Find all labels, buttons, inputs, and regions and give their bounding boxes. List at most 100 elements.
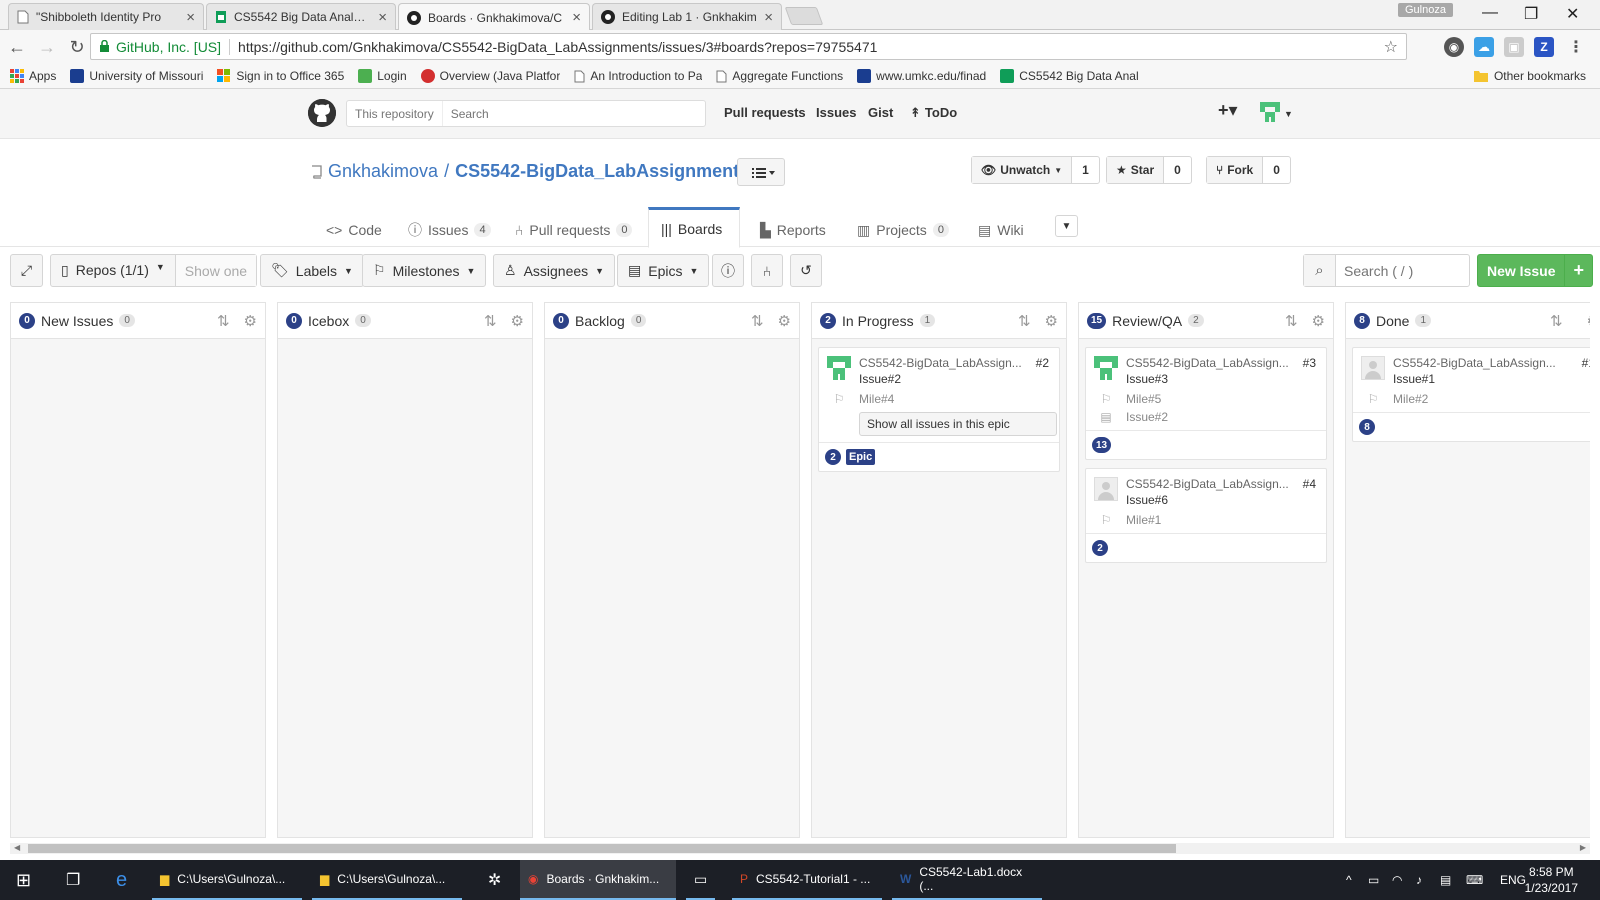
issue-title[interactable]: Issue#1 <box>1393 372 1563 386</box>
estimate-badge[interactable]: 2 <box>1092 540 1108 556</box>
taskbar-word[interactable]: W CS5542-Lab1.docx (... <box>892 860 1042 900</box>
gear-icon[interactable]: ⚙ <box>1045 312 1058 330</box>
create-new-plus-icon[interactable]: +▾ <box>1218 100 1238 121</box>
taskbar-chrome[interactable]: ◉ Boards · Gnkhakim... <box>520 860 676 900</box>
board-search[interactable]: ⌕ <box>1303 254 1470 287</box>
new-issue-button[interactable]: New Issue + <box>1477 254 1593 287</box>
taskbar-explorer-1[interactable]: ▆ C:\Users\Gulnoza\... <box>152 860 302 900</box>
windows-start-icon[interactable]: ⊞ <box>8 860 39 900</box>
bookmark-office365[interactable]: Sign in to Office 365 <box>217 69 344 83</box>
keyboard-icon[interactable]: ⌨ <box>1458 860 1491 900</box>
pull-request-filter-icon[interactable]: ⑃ <box>751 254 783 287</box>
plus-icon[interactable]: + <box>1565 255 1592 286</box>
browser-tab-shibboleth[interactable]: "Shibboleth Identity Pro × <box>8 3 204 30</box>
bookmark-intro[interactable]: An Introduction to Pa <box>574 69 702 83</box>
horizontal-scrollbar[interactable]: ◀ ▶ <box>10 843 1590 854</box>
issue-title[interactable]: Issue#2 <box>859 372 1057 386</box>
sort-icon[interactable]: ⇅ <box>217 312 230 330</box>
repo-owner-link[interactable]: Gnkhakimova <box>328 161 438 182</box>
issue-number[interactable]: #1 <box>1582 356 1590 370</box>
slack-icon[interactable]: ✲ <box>480 860 509 900</box>
gear-icon[interactable]: ⚙ <box>1587 312 1590 330</box>
restore-icon[interactable]: ❐ <box>1524 4 1538 24</box>
notifications-icon[interactable]: ▤ <box>1432 860 1459 900</box>
assignees-filter[interactable]: ♙ Assignees ▼ <box>493 254 616 287</box>
new-tab-button[interactable] <box>784 7 824 25</box>
fork-count[interactable]: 0 <box>1263 157 1290 183</box>
sort-icon[interactable]: ⇅ <box>1550 312 1563 330</box>
edge-icon[interactable]: e <box>108 860 135 900</box>
search-input[interactable] <box>442 106 683 121</box>
issue-milestone[interactable]: Mile#4 <box>859 392 894 406</box>
extension-eye-icon[interactable]: ◉ <box>1444 37 1464 57</box>
labels-filter[interactable]: 🏷 Labels ▼ <box>260 254 364 287</box>
reload-icon[interactable]: ↻ <box>64 34 90 60</box>
nav-todo[interactable]: ↟ ToDo <box>910 105 957 121</box>
other-bookmarks[interactable]: Other bookmarks <box>1473 69 1586 83</box>
issue-card[interactable]: CS5542-BigData_LabAssign... Issue#2 ⚐ Mil… <box>818 347 1060 472</box>
chrome-menu-icon[interactable]: ⋮ <box>1566 37 1586 57</box>
close-tab-icon[interactable]: × <box>378 10 387 25</box>
epic-label[interactable]: Epic <box>846 449 876 465</box>
wifi-icon[interactable]: ◠ <box>1384 860 1410 900</box>
sort-icon[interactable]: ⇅ <box>751 312 764 330</box>
secure-indicator[interactable]: GitHub, Inc. [US] <box>99 39 221 55</box>
nav-issues[interactable]: Issues <box>816 105 856 120</box>
close-tab-icon[interactable]: × <box>764 10 773 25</box>
scroll-right-arrow-icon[interactable]: ▶ <box>1580 843 1586 852</box>
sort-icon[interactable]: ⇅ <box>1285 312 1298 330</box>
extension-z-icon[interactable]: Z <box>1534 37 1554 57</box>
taskbar-explorer-2[interactable]: ▆ C:\Users\Gulnoza\... <box>312 860 462 900</box>
fork-button[interactable]: ⑂ Fork 0 <box>1206 156 1291 184</box>
show-epic-issues-button[interactable]: Show all issues in this epic <box>859 412 1057 436</box>
minimize-icon[interactable]: — <box>1482 4 1498 22</box>
tab-issues[interactable]: ⓘ Issues 4 <box>396 213 503 247</box>
bookmark-umsystem[interactable]: University of Missouri <box>70 69 203 83</box>
url-text[interactable]: https://github.com/Gnkhakimova/CS5542-Bi… <box>238 39 877 55</box>
terminal-icon[interactable]: ▭ <box>686 860 716 900</box>
omnibox[interactable]: GitHub, Inc. [US] https://github.com/Gnk… <box>90 33 1407 60</box>
forward-arrow-icon[interactable]: → <box>34 34 60 60</box>
browser-tab-sheet[interactable]: CS5542 Big Data Analytic × <box>206 3 396 30</box>
repos-filter[interactable]: ▯ Repos (1/1) ▼ Show one <box>50 254 258 287</box>
board-search-input[interactable] <box>1336 262 1456 279</box>
extension-cloud-icon[interactable]: ☁ <box>1474 37 1494 57</box>
issue-number[interactable]: #4 <box>1303 477 1316 491</box>
milestones-filter[interactable]: ⚐ Milestones ▼ <box>362 254 487 287</box>
bookmark-umkc[interactable]: www.umkc.edu/finad <box>857 69 986 83</box>
sort-icon[interactable]: ⇅ <box>1018 312 1031 330</box>
scrollbar-thumb[interactable] <box>28 844 1176 853</box>
sort-icon[interactable]: ⇅ <box>484 312 497 330</box>
issue-title[interactable]: Issue#6 <box>1126 493 1296 507</box>
repos-dropdown[interactable]: ▯ Repos (1/1) ▼ <box>61 262 175 279</box>
estimate-badge[interactable]: 2 <box>825 449 841 465</box>
history-icon[interactable]: ↺ <box>790 254 822 287</box>
bookmark-star-icon[interactable]: ☆ <box>1384 37 1398 57</box>
issue-card[interactable]: CS5542-BigData_LabAssign... Issue#6 ⚐ Mil… <box>1085 468 1327 563</box>
tab-pull-requests[interactable]: ⑃ Pull requests 0 <box>503 213 644 247</box>
nav-pull-requests[interactable]: Pull requests <box>724 105 806 120</box>
issue-repo[interactable]: CS5542-BigData_LabAssign... <box>1126 477 1296 491</box>
back-arrow-icon[interactable]: ← <box>4 34 30 60</box>
issue-repo[interactable]: CS5542-BigData_LabAssign... <box>1126 356 1296 370</box>
gear-icon[interactable]: ⚙ <box>1312 312 1325 330</box>
tab-boards[interactable]: ||| Boards <box>648 207 740 248</box>
browser-tab-boards[interactable]: Boards · Gnkhakimova/C × <box>398 3 590 31</box>
system-clock[interactable]: 8:58 PM 1/23/2017 <box>1525 864 1578 896</box>
issue-number[interactable]: #2 <box>1036 356 1049 370</box>
issue-milestone[interactable]: Mile#1 <box>1126 513 1161 527</box>
github-logo-icon[interactable] <box>308 99 336 127</box>
repo-menu-button[interactable] <box>737 158 785 186</box>
extension-puzzle-icon[interactable]: ▣ <box>1504 37 1524 57</box>
tab-wiki[interactable]: ▤ Wiki <box>966 213 1036 247</box>
bookmark-cs5542[interactable]: CS5542 Big Data Anal <box>1000 69 1139 83</box>
close-tab-icon[interactable]: × <box>572 10 581 25</box>
estimate-badge[interactable]: 8 <box>1359 419 1375 435</box>
issue-filter-icon[interactable]: ⓘ <box>712 254 744 287</box>
repo-search[interactable]: This repository <box>346 100 706 127</box>
search-icon[interactable]: ⌕ <box>1304 255 1336 286</box>
issue-number[interactable]: #3 <box>1303 356 1316 370</box>
profile-badge[interactable]: Gulnoza <box>1398 3 1453 17</box>
tab-code[interactable]: <> Code <box>314 213 394 247</box>
issue-milestone[interactable]: Mile#5 <box>1126 392 1161 406</box>
